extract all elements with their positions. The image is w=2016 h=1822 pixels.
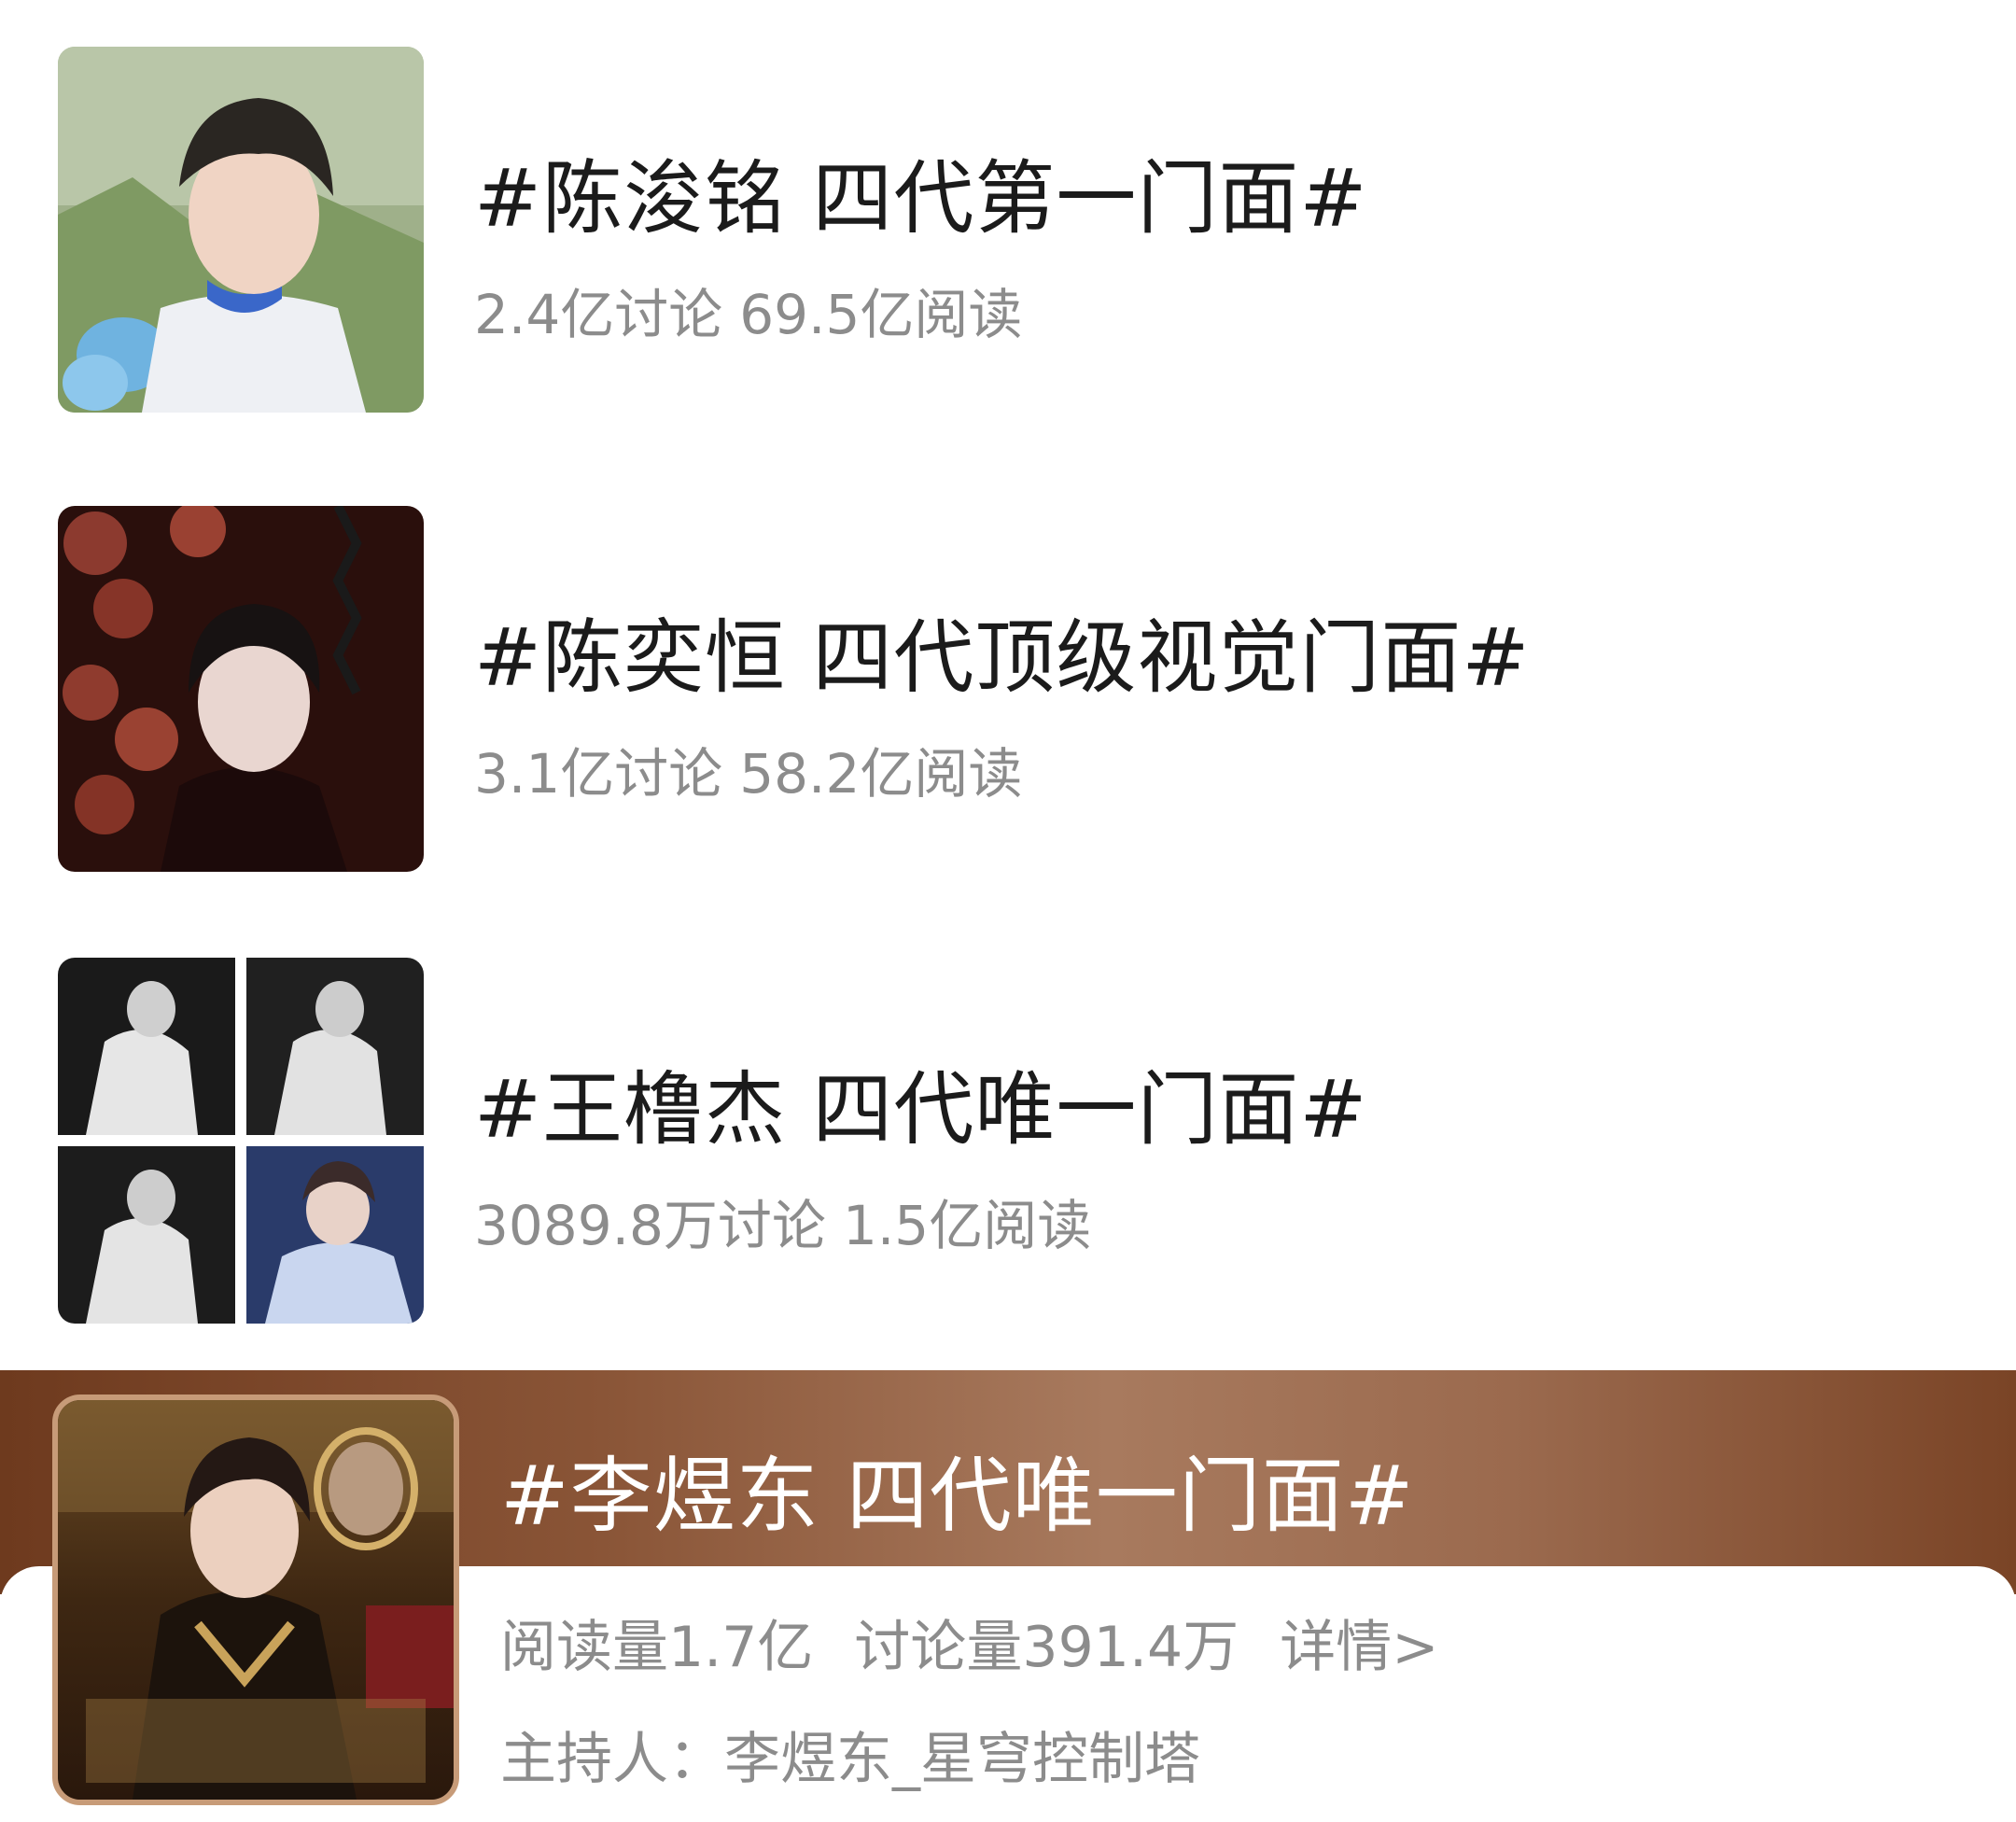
topic-stats: 3089.8万讨论 1.5亿阅读: [474, 1182, 1091, 1260]
read-count: 58.2亿阅读: [739, 742, 1023, 806]
topic-thumbnail[interactable]: [58, 958, 424, 1324]
featured-host[interactable]: 主持人：李煜东_星穹控制塔: [500, 1714, 1200, 1795]
topic-thumbnail[interactable]: [58, 506, 424, 872]
discussion-count: 3.1亿讨论: [474, 742, 723, 806]
topic-stats: 2.4亿讨论 69.5亿阅读: [474, 271, 1022, 349]
topic-title[interactable]: #陈奕恒 四代顶级视觉门面#: [474, 592, 1530, 708]
topic-item[interactable]: #王橹杰 四代唯一门面# 3089.8万讨论 1.5亿阅读: [0, 958, 2016, 1324]
featured-read-count: 阅读量1.7亿: [500, 1615, 814, 1680]
read-count: 69.5亿阅读: [739, 283, 1023, 346]
topic-item[interactable]: #陈浚铭 四代第一门面# 2.4亿讨论 69.5亿阅读: [0, 47, 2016, 413]
details-link[interactable]: 详情>: [1280, 1615, 1438, 1680]
featured-thumbnail[interactable]: [52, 1395, 459, 1805]
topic-title[interactable]: #王橹杰 四代唯一门面#: [474, 1044, 1367, 1160]
discussion-count: 3089.8万讨论: [474, 1194, 826, 1257]
topic-title[interactable]: #陈浚铭 四代第一门面#: [474, 133, 1367, 249]
featured-topic-title[interactable]: #李煜东 四代唯一门面#: [500, 1430, 1414, 1549]
featured-stats: 阅读量1.7亿 讨论量391.4万 详情>: [500, 1602, 1438, 1683]
read-count: 1.5亿阅读: [842, 1194, 1092, 1257]
discussion-count: 2.4亿讨论: [474, 283, 723, 346]
topic-stats: 3.1亿讨论 58.2亿阅读: [474, 730, 1022, 808]
topic-thumbnail[interactable]: [58, 47, 424, 413]
topic-item[interactable]: #陈奕恒 四代顶级视觉门面# 3.1亿讨论 58.2亿阅读: [0, 506, 2016, 872]
featured-discussion-count: 讨论量391.4万: [854, 1615, 1239, 1680]
featured-topic-card[interactable]: #李煜东 四代唯一门面# 阅读量1.7亿 讨论量391.4万 详情> 主持人：李煜东…: [0, 1370, 2016, 1822]
